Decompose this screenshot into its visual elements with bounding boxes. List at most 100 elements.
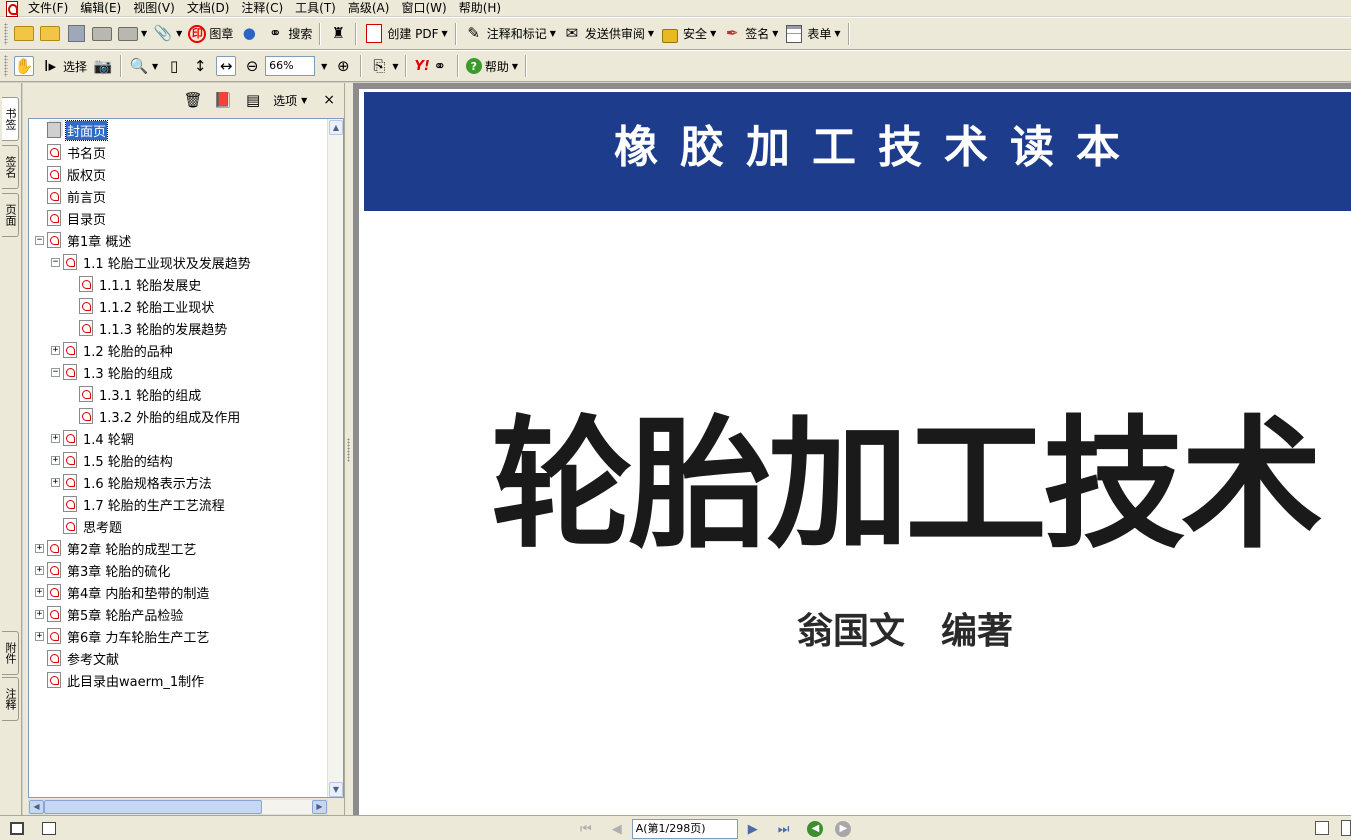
- stamp-button[interactable]: 印图章: [185, 22, 236, 46]
- sign-button[interactable]: ✒ 签名 ▼: [719, 22, 781, 46]
- tab-pages[interactable]: 页面: [2, 193, 19, 237]
- bookmark-item[interactable]: 书名页: [35, 141, 107, 163]
- zoom-dropdown-button[interactable]: ▼: [315, 54, 330, 78]
- fit-width-button[interactable]: ↔: [213, 54, 239, 78]
- expand-bookmark-button[interactable]: ▤: [243, 90, 263, 110]
- expand-icon[interactable]: +: [35, 609, 44, 619]
- show-navigation-icon[interactable]: [10, 821, 24, 835]
- menu-comments[interactable]: 注释(C): [235, 0, 289, 16]
- zoom-in-button[interactable]: ⊕: [330, 54, 356, 78]
- next-view-icon[interactable]: ▶: [835, 821, 852, 837]
- attach-button[interactable]: 📎 ▼: [150, 22, 185, 46]
- bookmark-item[interactable]: + 第4章 内胎和垫带的制造: [35, 581, 210, 603]
- snapshot-button[interactable]: 📷: [90, 54, 116, 78]
- vertical-scrollbar[interactable]: ▲ ▼: [327, 119, 343, 797]
- menu-advanced[interactable]: 高级(A): [342, 0, 396, 16]
- open-button[interactable]: [11, 22, 37, 46]
- yahoo-toolbar-button[interactable]: Y! ⚭: [411, 54, 452, 78]
- bookmark-item[interactable]: 1.1.2 轮胎工业现状: [67, 295, 215, 317]
- bookmark-item[interactable]: 前言页: [35, 185, 107, 207]
- save-button[interactable]: [63, 22, 89, 46]
- scroll-right-icon[interactable]: ▶: [312, 800, 327, 814]
- zoom-level-input[interactable]: 66%: [265, 56, 316, 76]
- page-layout-icon[interactable]: [42, 821, 56, 835]
- menu-tools[interactable]: 工具(T): [289, 0, 342, 16]
- bookmark-item[interactable]: + 第6章 力车轮胎生产工艺: [35, 625, 210, 647]
- actual-size-button[interactable]: ▯: [161, 54, 187, 78]
- bookmark-item[interactable]: + 第3章 轮胎的硫化: [35, 559, 171, 581]
- scroll-left-icon[interactable]: ◀: [29, 800, 44, 814]
- expand-icon[interactable]: +: [35, 631, 44, 641]
- menu-edit[interactable]: 编辑(E): [74, 0, 127, 16]
- collapse-icon[interactable]: −: [51, 367, 60, 377]
- forms-button[interactable]: 表单 ▼: [781, 22, 843, 46]
- bookmark-item[interactable]: 思考题: [51, 515, 123, 537]
- send-review-button[interactable]: ✉ 发送供审阅 ▼: [559, 22, 657, 46]
- bookmark-item[interactable]: 封面页: [35, 119, 109, 141]
- first-page-button[interactable]: ⏮: [580, 822, 592, 837]
- fit-page-button[interactable]: ↕: [187, 54, 213, 78]
- expand-icon[interactable]: +: [51, 477, 60, 487]
- expand-icon[interactable]: +: [35, 587, 44, 597]
- splitter-grip[interactable]: [347, 438, 350, 462]
- bookmark-item[interactable]: 版权页: [35, 163, 107, 185]
- bookmark-item[interactable]: 1.3.1 轮胎的组成: [67, 383, 202, 405]
- tab-signatures[interactable]: 签名: [2, 145, 19, 189]
- tab-attachments[interactable]: 附件: [2, 631, 19, 675]
- document-viewport[interactable]: 橡胶加工技术读本 轮胎加工技术 翁国文 编著: [353, 83, 1351, 815]
- bookmark-item[interactable]: − 1.1 轮胎工业现状及发展趋势: [51, 251, 252, 273]
- comment-markup-button[interactable]: ✎ 注释和标记 ▼: [461, 22, 559, 46]
- print-button[interactable]: [89, 22, 115, 46]
- options-button[interactable]: 选项 ▼: [273, 92, 307, 109]
- continuous-view-icon[interactable]: [1341, 820, 1351, 836]
- bookmark-item[interactable]: 1.7 轮胎的生产工艺流程: [51, 493, 226, 515]
- bookmark-item[interactable]: − 1.3 轮胎的组成: [51, 361, 174, 383]
- last-page-button[interactable]: ⏭: [778, 822, 790, 837]
- expand-icon[interactable]: +: [51, 455, 60, 465]
- scrollbar-thumb[interactable]: [44, 800, 262, 814]
- bookmark-item[interactable]: − 第1章 概述: [35, 229, 132, 251]
- previous-view-icon[interactable]: ◀: [807, 821, 824, 837]
- bookmark-item[interactable]: 参考文献: [35, 647, 120, 669]
- pdf-optimizer-button[interactable]: ♜: [325, 22, 351, 46]
- rotate-view-button[interactable]: ⎘ ▼: [366, 54, 401, 78]
- toolbar-grip[interactable]: [4, 55, 8, 77]
- create-pdf-button[interactable]: 创建 PDF ▼: [361, 22, 450, 46]
- previous-page-button[interactable]: ◀: [612, 822, 622, 837]
- menu-file[interactable]: 文件(F): [22, 0, 74, 16]
- organizer-button[interactable]: [37, 22, 63, 46]
- help-button[interactable]: ? 帮助 ▼: [463, 54, 521, 78]
- zoom-tool-button[interactable]: 🔍 ▼: [126, 54, 161, 78]
- menu-help[interactable]: 帮助(H): [453, 0, 507, 16]
- menu-document[interactable]: 文档(D): [181, 0, 236, 16]
- tab-comments[interactable]: 注释: [2, 677, 19, 721]
- bookmark-item[interactable]: 1.1.1 轮胎发展史: [67, 273, 202, 295]
- collapse-icon[interactable]: −: [35, 235, 44, 245]
- bookmark-item[interactable]: +1.5 轮胎的结构: [51, 449, 174, 471]
- bookmark-item[interactable]: 目录页: [35, 207, 107, 229]
- scroll-up-icon[interactable]: ▲: [329, 120, 343, 135]
- zoom-out-button[interactable]: ⊖: [239, 54, 265, 78]
- bookmark-item[interactable]: +1.4 轮辋: [51, 427, 135, 449]
- expand-icon[interactable]: +: [51, 345, 60, 355]
- delete-bookmark-button[interactable]: 🗑: [183, 90, 203, 110]
- bookmark-item[interactable]: + 第2章 轮胎的成型工艺: [35, 537, 197, 559]
- tasks-button[interactable]: ▼: [115, 22, 150, 46]
- search-button[interactable]: ⚭ 搜索: [262, 22, 315, 46]
- next-page-button[interactable]: ▶: [748, 822, 758, 837]
- new-bookmark-button[interactable]: 📕: [213, 90, 233, 110]
- bookmark-item[interactable]: 1.3.2 外胎的组成及作用: [67, 405, 241, 427]
- tab-bookmarks[interactable]: 书签: [2, 97, 19, 141]
- expand-icon[interactable]: +: [35, 543, 44, 553]
- bookmark-item[interactable]: 1.1.3 轮胎的发展趋势: [67, 317, 228, 339]
- panel-splitter[interactable]: [345, 83, 353, 815]
- horizontal-scrollbar[interactable]: ◀ ▶: [28, 799, 328, 815]
- bookmark-item[interactable]: + 第5章 轮胎产品检验: [35, 603, 184, 625]
- bookmark-item[interactable]: 此目录由waerm_1制作: [35, 669, 205, 691]
- menu-view[interactable]: 视图(V): [127, 0, 181, 16]
- collapse-icon[interactable]: −: [51, 257, 60, 267]
- security-button[interactable]: 安全 ▼: [657, 22, 719, 46]
- page-number-input[interactable]: A(第1/298页): [631, 819, 738, 839]
- email-button[interactable]: ●: [236, 22, 262, 46]
- menu-window[interactable]: 窗口(W): [395, 0, 452, 16]
